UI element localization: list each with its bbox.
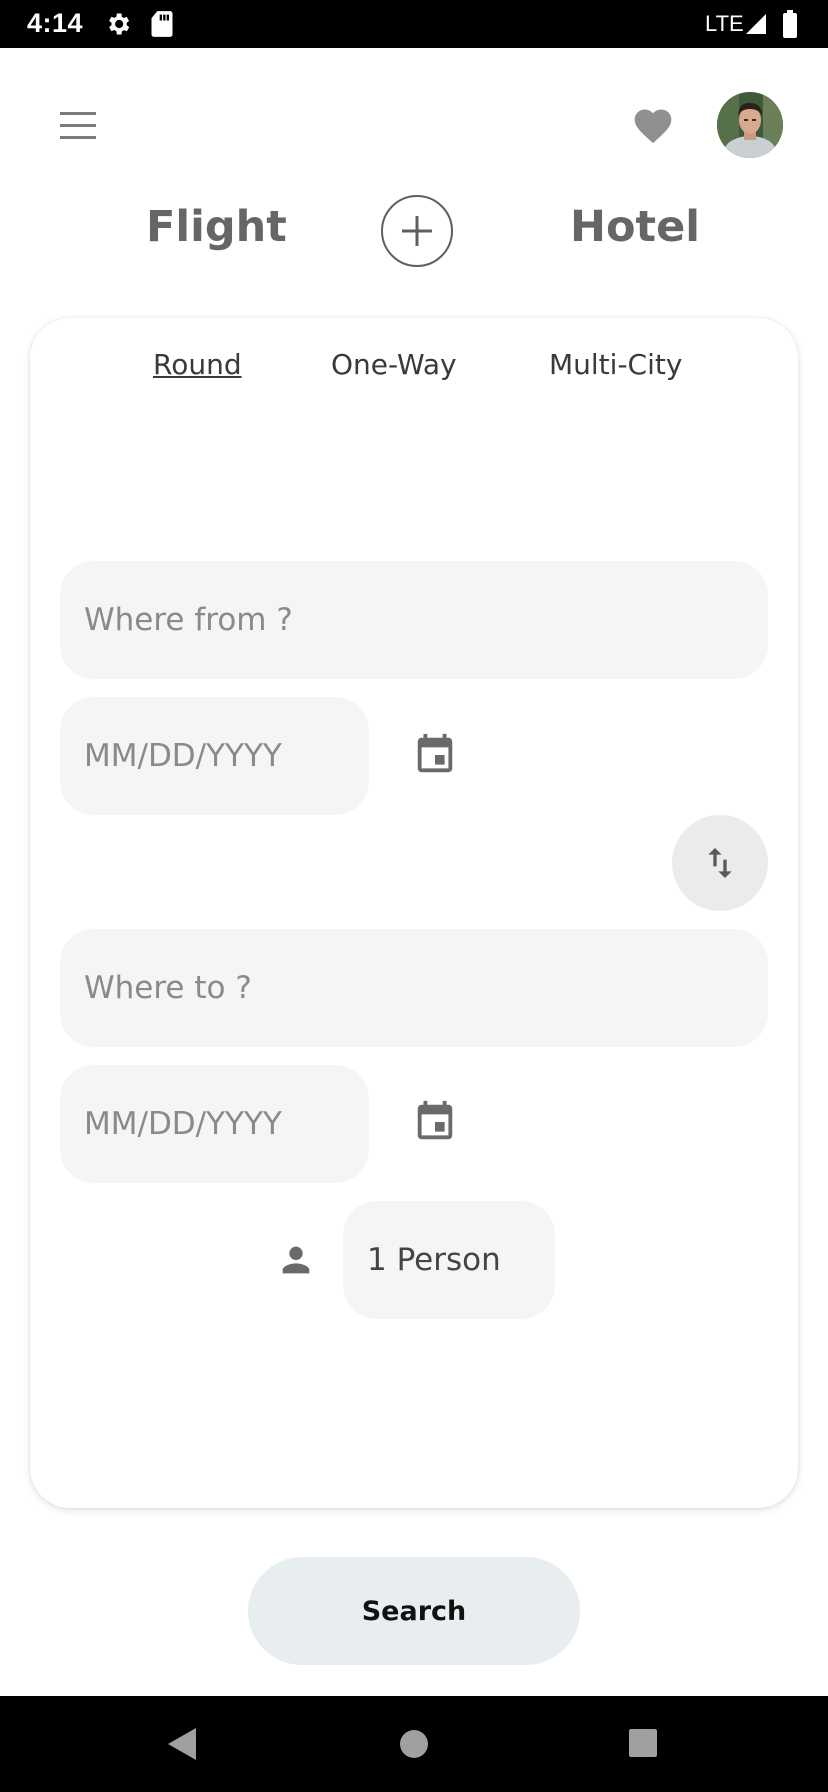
return-date-input[interactable] bbox=[60, 1065, 369, 1183]
where-from-input[interactable] bbox=[60, 561, 768, 679]
back-icon[interactable] bbox=[166, 1726, 198, 1766]
tab-multi-city[interactable]: Multi-City bbox=[549, 348, 682, 381]
sd-card-icon bbox=[150, 10, 174, 42]
swap-vert-icon bbox=[708, 848, 732, 878]
search-button[interactable]: Search bbox=[248, 1557, 580, 1665]
calendar-icon[interactable] bbox=[412, 1099, 458, 1145]
recents-icon[interactable] bbox=[628, 1728, 658, 1762]
signal-icon bbox=[744, 12, 768, 40]
depart-date-input[interactable] bbox=[60, 697, 369, 815]
tab-round[interactable]: Round bbox=[153, 348, 242, 381]
calendar-icon[interactable] bbox=[412, 732, 458, 778]
persons-input[interactable] bbox=[343, 1201, 555, 1319]
battery-icon bbox=[782, 10, 798, 42]
status-bar: 4:14 LTE bbox=[0, 0, 828, 48]
settings-icon bbox=[104, 10, 132, 42]
plus-button[interactable] bbox=[381, 195, 453, 267]
heart-icon[interactable] bbox=[630, 104, 676, 148]
tab-one-way[interactable]: One-Way bbox=[331, 348, 457, 381]
person-icon bbox=[276, 1240, 316, 1280]
plus-icon bbox=[402, 216, 432, 246]
avatar[interactable] bbox=[717, 92, 783, 158]
mode-hotel[interactable]: Hotel bbox=[570, 202, 700, 252]
mode-flight[interactable]: Flight bbox=[146, 202, 287, 252]
status-time: 4:14 bbox=[27, 8, 84, 38]
where-to-input[interactable] bbox=[60, 929, 768, 1047]
navigation-bar bbox=[0, 1696, 828, 1792]
menu-icon[interactable] bbox=[56, 106, 100, 146]
search-card bbox=[30, 318, 798, 1508]
home-icon[interactable] bbox=[398, 1728, 430, 1764]
network-type: LTE bbox=[705, 11, 744, 36]
swap-button[interactable] bbox=[672, 815, 768, 911]
